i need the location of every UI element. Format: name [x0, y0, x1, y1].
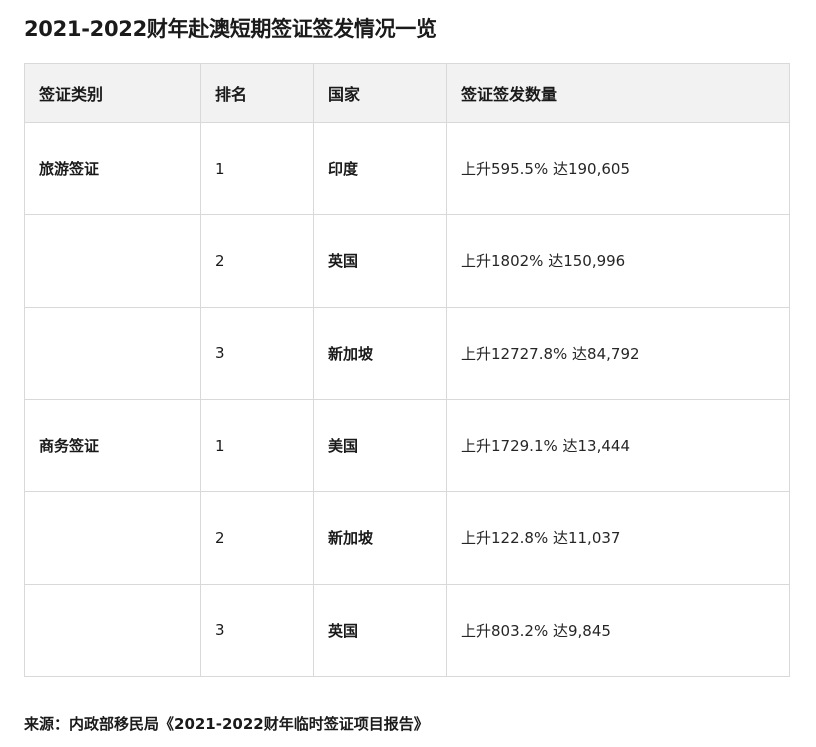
- cell-country: 印度: [313, 121, 447, 216]
- cell-rank: 3: [200, 583, 314, 678]
- table-row: 旅游签证 1 印度 上升595.5% 达190,605: [24, 121, 790, 216]
- cell-rank: 1: [200, 398, 314, 493]
- cell-country: 美国: [313, 398, 447, 493]
- cell-count: 上升595.5% 达190,605: [446, 121, 790, 216]
- source-note: 来源：内政部移民局《2021-2022财年临时签证项目报告》: [24, 715, 429, 733]
- cell-rank: 1: [200, 121, 314, 216]
- cell-count: 上升12727.8% 达84,792: [446, 306, 790, 400]
- cell-count: 上升1802% 达150,996: [446, 214, 790, 308]
- table-row: 2 英国 上升1802% 达150,996: [24, 214, 790, 308]
- page-title: 2021-2022财年赴澳短期签证签发情况一览: [24, 17, 437, 41]
- header-rank: 排名: [200, 63, 314, 123]
- header-country: 国家: [313, 63, 447, 123]
- cell-country: 新加坡: [313, 491, 447, 585]
- cell-count: 上升122.8% 达11,037: [446, 491, 790, 585]
- cell-country: 英国: [313, 583, 447, 678]
- cell-count: 上升803.2% 达9,845: [446, 583, 790, 678]
- header-visa-category: 签证类别: [24, 63, 201, 123]
- cell-category: [24, 306, 201, 400]
- table-row: 2 新加坡 上升122.8% 达11,037: [24, 491, 790, 585]
- table-row: 3 新加坡 上升12727.8% 达84,792: [24, 306, 790, 400]
- visa-table: 签证类别 排名 国家 签证签发数量 旅游签证 1 印度 上升595.5% 达19…: [24, 63, 790, 678]
- cell-rank: 2: [200, 214, 314, 308]
- table-row: 3 英国 上升803.2% 达9,845: [24, 583, 790, 678]
- cell-category: [24, 583, 201, 678]
- cell-category: 商务签证: [24, 398, 201, 493]
- table-row: 商务签证 1 美国 上升1729.1% 达13,444: [24, 398, 790, 493]
- cell-country: 新加坡: [313, 306, 447, 400]
- cell-country: 英国: [313, 214, 447, 308]
- cell-category: 旅游签证: [24, 121, 201, 216]
- header-visa-count: 签证签发数量: [446, 63, 790, 123]
- cell-rank: 3: [200, 306, 314, 400]
- cell-count: 上升1729.1% 达13,444: [446, 398, 790, 493]
- cell-category: [24, 214, 201, 308]
- table-header-row: 签证类别 排名 国家 签证签发数量: [24, 63, 790, 123]
- cell-category: [24, 491, 201, 585]
- cell-rank: 2: [200, 491, 314, 585]
